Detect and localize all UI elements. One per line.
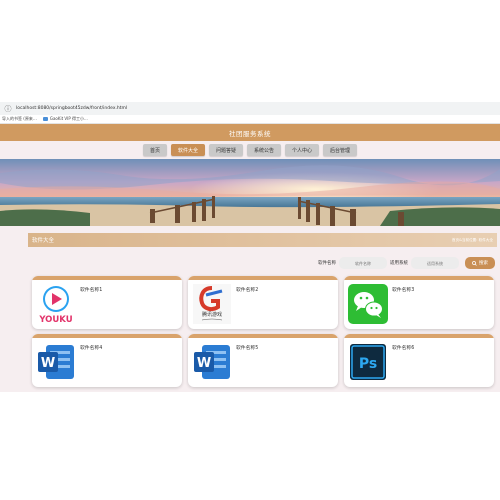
software-name: 软件名称1 <box>80 288 103 293</box>
tencent-game-icon: 腾讯游戏 <box>192 283 232 325</box>
info-icon[interactable]: ⓘ <box>4 104 12 114</box>
blank-area-bottom <box>0 392 500 500</box>
nav-admin[interactable]: 后台管理 <box>323 144 358 156</box>
nav-profile[interactable]: 个人中心 <box>285 144 320 156</box>
software-name: 软件名称6 <box>392 346 415 351</box>
search-button[interactable]: 搜索 <box>465 257 495 269</box>
bookmark-label: 导入的书签 (原来… <box>2 116 37 121</box>
software-name-label: 软件名称 <box>318 261 336 266</box>
software-card[interactable]: W 软件名称4 <box>32 334 182 387</box>
photoshop-icon: Ps <box>348 341 388 383</box>
system-input[interactable] <box>411 257 459 269</box>
youku-icon: YOUKU <box>36 283 76 325</box>
software-card[interactable]: W 软件名称5 <box>188 334 338 387</box>
nav-software[interactable]: 软件大全 <box>170 144 205 156</box>
wechat-icon <box>348 283 388 325</box>
site-page: 社团服务系统 首页 软件大全 问题答疑 系统公告 个人中心 后台管理 软件大全 … <box>0 124 500 392</box>
nav-qa[interactable]: 问题答疑 <box>208 144 243 156</box>
section-title: 软件大全 <box>32 238 55 244</box>
breadcrumb[interactable]: 首页&当前位置: 软件大全 <box>452 238 493 243</box>
browser-address-bar: ⓘ localhost:8080/springboot45zdw/front/i… <box>0 102 500 115</box>
bookmarks-bar: 导入的书签 (原来… GaoKit VIP 得工小... <box>0 115 500 124</box>
software-name: 软件名称5 <box>236 346 259 351</box>
beach-sunset-image <box>0 159 500 226</box>
card-accent-bar <box>32 276 182 280</box>
card-accent-bar <box>344 276 494 280</box>
bookmark-item-2[interactable]: GaoKit VIP 得工小... <box>42 116 88 122</box>
banner-image <box>0 159 500 226</box>
software-name: 软件名称3 <box>392 288 415 293</box>
nav-home[interactable]: 首页 <box>142 144 167 156</box>
software-name: 软件名称2 <box>236 288 259 293</box>
software-card[interactable]: 软件名称3 <box>344 276 494 329</box>
word-letter: W <box>197 356 211 371</box>
site-title: 社团服务系统 <box>229 129 271 138</box>
word-icon: W <box>192 341 232 383</box>
youku-wordmark: YOUKU <box>38 315 72 325</box>
card-accent-bar <box>188 334 338 338</box>
software-name-input[interactable] <box>339 257 387 269</box>
word-icon: W <box>36 341 76 383</box>
word-letter: W <box>41 356 55 371</box>
url-text[interactable]: localhost:8080/springboot45zdw/front/ind… <box>16 106 127 111</box>
search-icon <box>472 260 477 266</box>
tencent-wordmark: 腾讯游戏 <box>202 311 222 318</box>
bookmark-item-1[interactable]: 导入的书签 (原来… <box>2 116 37 122</box>
blank-area-top <box>0 0 500 102</box>
photoshop-letters: Ps <box>359 356 377 372</box>
section-header: 软件大全 首页&当前位置: 软件大全 <box>28 233 497 247</box>
software-name: 软件名称4 <box>80 346 103 351</box>
search-button-label: 搜索 <box>479 261 488 266</box>
bookmark-icon <box>42 117 48 121</box>
card-accent-bar <box>344 334 494 338</box>
system-label: 适用系统 <box>390 261 408 266</box>
nav-announcements[interactable]: 系统公告 <box>247 144 282 156</box>
search-bar: 软件名称 适用系统 搜索 <box>318 256 495 270</box>
card-accent-bar <box>188 276 338 280</box>
bookmark-label: GaoKit VIP 得工小... <box>49 116 88 121</box>
software-card[interactable]: 腾讯游戏 软件名称2 <box>188 276 338 329</box>
site-header: 社团服务系统 <box>0 124 500 141</box>
software-card[interactable]: Ps 软件名称6 <box>344 334 494 387</box>
software-card[interactable]: YOUKU 软件名称1 <box>32 276 182 329</box>
card-accent-bar <box>32 334 182 338</box>
main-nav: 首页 软件大全 问题答疑 系统公告 个人中心 后台管理 <box>0 141 500 159</box>
